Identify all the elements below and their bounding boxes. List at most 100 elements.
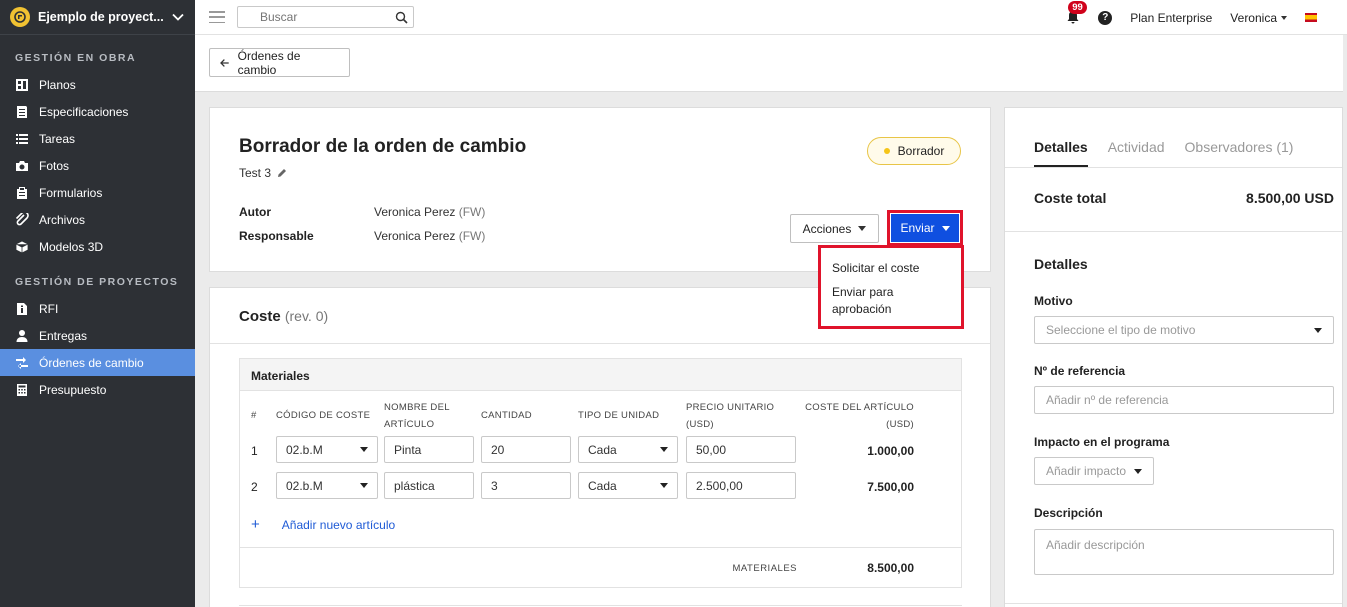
impact-select[interactable]: Añadir impacto bbox=[1034, 457, 1154, 485]
caret-down-icon bbox=[1281, 16, 1287, 21]
unit-type-select[interactable]: Cada bbox=[578, 472, 678, 499]
back-button[interactable]: Órdenes de cambio bbox=[209, 48, 350, 77]
total-cost-value: 8.500,00 USD bbox=[1246, 190, 1334, 206]
order-name: Test 3 bbox=[239, 166, 272, 180]
row-number: 1 bbox=[251, 444, 258, 458]
order-subtitle: Test 3 bbox=[239, 166, 287, 180]
sidebar-item-ordenes-de-cambio[interactable]: Órdenes de cambio bbox=[0, 349, 195, 376]
sidebar-item-formularios[interactable]: Formularios bbox=[0, 179, 195, 206]
responsible-label: Responsable bbox=[239, 229, 314, 243]
send-button[interactable]: Enviar bbox=[890, 213, 960, 243]
sidebar-item-especificaciones[interactable]: Especificaciones bbox=[0, 98, 195, 125]
responsible-row: Responsable Veronica Perez (FW) bbox=[239, 229, 485, 243]
plan-link[interactable]: Plan Enterprise bbox=[1130, 11, 1212, 25]
caret-down-icon bbox=[941, 225, 950, 231]
quantity-input[interactable]: 20 bbox=[481, 436, 571, 463]
search-input[interactable] bbox=[260, 10, 407, 24]
project-name: Ejemplo de proyect... bbox=[38, 10, 164, 24]
rfi-icon bbox=[15, 302, 29, 316]
col-num: # bbox=[251, 410, 257, 421]
description-textarea[interactable]: Añadir descripción bbox=[1034, 529, 1334, 575]
reference-label: Nº de referencia bbox=[1034, 364, 1126, 378]
tab-actividad[interactable]: Actividad bbox=[1108, 139, 1165, 167]
section-title-site: GESTIÓN EN OBRA bbox=[15, 52, 137, 64]
sidebar-item-presupuesto[interactable]: Presupuesto bbox=[0, 376, 195, 403]
send-dropdown-menu: Solicitar el coste Enviar para aprobació… bbox=[818, 245, 964, 329]
sidebar-item-planos[interactable]: Planos bbox=[0, 71, 195, 98]
sidebar: Ejemplo de proyect... GESTIÓN EN OBRA Pl… bbox=[0, 0, 195, 607]
col-unit-type: TIPO DE UNIDAD bbox=[578, 410, 660, 421]
caret-down-icon bbox=[360, 447, 368, 452]
details-title: Detalles bbox=[1034, 256, 1088, 272]
topbar: 99 ? Plan Enterprise Veronica bbox=[195, 0, 1347, 35]
panel-tabs: Detalles Actividad Observadores (1) bbox=[1034, 139, 1313, 167]
col-cost-code: CÓDIGO DE COSTE bbox=[276, 410, 371, 421]
unit-type-select[interactable]: Cada bbox=[578, 436, 678, 463]
total-cost-label: Coste total bbox=[1034, 190, 1107, 206]
menu-item-request-cost[interactable]: Solicitar el coste bbox=[821, 260, 961, 277]
menu-item-send-approval[interactable]: Enviar para aprobación bbox=[821, 284, 911, 318]
forms-icon bbox=[15, 186, 29, 200]
sidebar-item-fotos[interactable]: Fotos bbox=[0, 152, 195, 179]
sidebar-item-rfi[interactable]: RFI bbox=[0, 295, 195, 322]
divider bbox=[240, 547, 961, 548]
tab-observadores[interactable]: Observadores (1) bbox=[1185, 139, 1294, 167]
reference-input[interactable]: Añadir nº de referencia bbox=[1034, 386, 1334, 414]
quantity-input[interactable]: 3 bbox=[481, 472, 571, 499]
notifications[interactable]: 99 bbox=[1066, 0, 1087, 26]
specifications-icon bbox=[15, 105, 29, 119]
add-item-button[interactable]: + Añadir nuevo artículo bbox=[251, 516, 395, 533]
item-name-input[interactable]: Pinta bbox=[384, 436, 474, 463]
item-name-input[interactable]: plástica bbox=[384, 472, 474, 499]
sidebar-item-modelos-3d[interactable]: Modelos 3D bbox=[0, 233, 195, 260]
materials-total-value: 8.500,00 bbox=[867, 561, 914, 575]
author-value: Veronica Perez (FW) bbox=[374, 205, 486, 219]
actions-button[interactable]: Acciones bbox=[790, 214, 879, 243]
user-name: Veronica bbox=[1230, 10, 1277, 25]
help-icon[interactable]: ? bbox=[1098, 10, 1113, 25]
sidebar-item-entregas[interactable]: Entregas bbox=[0, 322, 195, 349]
col-quantity: CANTIDAD bbox=[481, 410, 532, 421]
caret-down-icon bbox=[1134, 468, 1142, 474]
send-button-highlight: Enviar bbox=[887, 210, 963, 246]
notifications-badge: 99 bbox=[1068, 0, 1087, 14]
materials-section: Materiales # CÓDIGO DE COSTE NOMBRE DEL A… bbox=[239, 358, 962, 588]
status-badge: Borrador bbox=[867, 137, 961, 165]
item-cost: 1.000,00 bbox=[867, 444, 914, 458]
sidebar-item-label: Entregas bbox=[39, 328, 88, 343]
col-item-name: NOMBRE DEL ARTÍCULO bbox=[384, 402, 450, 430]
plus-icon: + bbox=[251, 516, 260, 533]
col-unit-price: PRECIO UNITARIO (USD) bbox=[686, 402, 775, 430]
plans-icon bbox=[15, 78, 29, 92]
add-item-label: Añadir nuevo artículo bbox=[281, 517, 396, 532]
sidebar-item-archivos[interactable]: Archivos bbox=[0, 206, 195, 233]
person-icon bbox=[15, 329, 29, 343]
caret-down-icon bbox=[1314, 327, 1322, 333]
sidebar-item-tareas[interactable]: Tareas bbox=[0, 125, 195, 152]
spain-flag-icon[interactable] bbox=[1305, 13, 1317, 22]
search-icon[interactable] bbox=[395, 11, 408, 24]
user-menu[interactable]: Veronica bbox=[1230, 11, 1287, 25]
search-box[interactable] bbox=[237, 6, 414, 28]
sidebar-item-label: Archivos bbox=[39, 212, 86, 227]
unit-price-input[interactable]: 50,00 bbox=[686, 436, 796, 463]
impact-label: Impacto en el programa bbox=[1034, 435, 1170, 449]
divider bbox=[210, 343, 990, 344]
tab-detalles[interactable]: Detalles bbox=[1034, 139, 1088, 167]
chevron-down-icon[interactable] bbox=[171, 10, 185, 24]
sidebar-item-label: Órdenes de cambio bbox=[39, 355, 144, 370]
reason-select[interactable]: Seleccione el tipo de motivo bbox=[1034, 316, 1334, 344]
sidebar-item-label: Formularios bbox=[39, 185, 103, 200]
sidebar-item-label: Especificaciones bbox=[39, 104, 129, 119]
hamburger-menu-icon[interactable] bbox=[209, 11, 225, 23]
sidebar-item-label: Presupuesto bbox=[39, 382, 107, 397]
cost-code-select[interactable]: 02.b.M bbox=[276, 436, 378, 463]
unit-price-input[interactable]: 2.500,00 bbox=[686, 472, 796, 499]
divider bbox=[1005, 231, 1342, 232]
pencil-icon[interactable] bbox=[277, 168, 287, 178]
caret-down-icon bbox=[858, 226, 867, 231]
calculator-icon bbox=[15, 383, 29, 397]
project-selector[interactable]: Ejemplo de proyect... bbox=[0, 0, 195, 35]
author-label: Autor bbox=[239, 205, 271, 219]
cost-code-select[interactable]: 02.b.M bbox=[276, 472, 378, 499]
